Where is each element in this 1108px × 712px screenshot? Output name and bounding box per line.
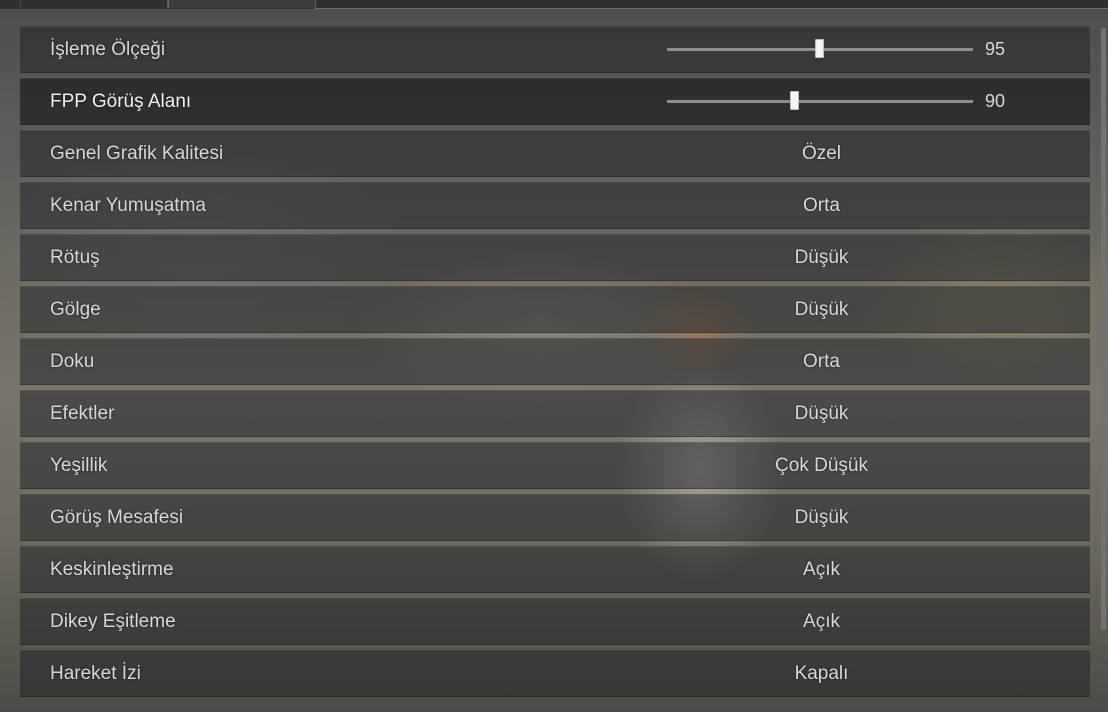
tab-graphics[interactable] bbox=[168, 0, 316, 8]
setting-row-texture[interactable]: Doku Orta bbox=[20, 338, 1090, 385]
setting-row-view-distance[interactable]: Görüş Mesafesi Düşük bbox=[20, 494, 1090, 541]
setting-label: Dikey Eşitleme bbox=[50, 611, 176, 632]
setting-row-effects[interactable]: Efektler Düşük bbox=[20, 390, 1090, 437]
setting-value[interactable]: Açık bbox=[720, 599, 923, 644]
slider-value: 95 bbox=[985, 39, 1006, 59]
tab-previous[interactable] bbox=[20, 0, 168, 8]
setting-label: FPP Görüş Alanı bbox=[50, 91, 192, 112]
setting-value[interactable]: Düşük bbox=[720, 495, 923, 540]
setting-row-anti-aliasing[interactable]: Kenar Yumuşatma Orta bbox=[20, 182, 1090, 229]
setting-label: Görüş Mesafesi bbox=[50, 507, 184, 528]
setting-label: Kenar Yumuşatma bbox=[50, 195, 206, 216]
setting-row-overall-quality[interactable]: Genel Grafik Kalitesi Özel bbox=[20, 130, 1090, 177]
slider-thumb[interactable] bbox=[789, 91, 799, 110]
setting-value[interactable]: Özel bbox=[720, 131, 923, 176]
graphics-settings-list: İşleme Ölçeği 95 FPP Görüş Alanı 90 Gene… bbox=[20, 26, 1090, 702]
setting-row-motion-blur[interactable]: Hareket İzi Kapalı bbox=[20, 650, 1090, 697]
setting-row-render-scale[interactable]: İşleme Ölçeği 95 bbox=[20, 26, 1090, 73]
scrollbar[interactable] bbox=[1101, 28, 1106, 630]
fpp-fov-slider[interactable] bbox=[667, 91, 973, 110]
slider-value: 90 bbox=[985, 91, 1006, 111]
setting-row-foliage[interactable]: Yeşillik Çok Düşük bbox=[20, 442, 1090, 489]
setting-row-shadows[interactable]: Gölge Düşük bbox=[20, 286, 1090, 333]
setting-value[interactable]: Çok Düşük bbox=[720, 443, 923, 488]
slider-thumb[interactable] bbox=[815, 39, 824, 58]
settings-screen: İşleme Ölçeği 95 FPP Görüş Alanı 90 Gene… bbox=[0, 0, 1108, 712]
setting-row-post-processing[interactable]: Rötuş Düşük bbox=[20, 234, 1090, 281]
setting-value[interactable]: Düşük bbox=[720, 391, 923, 436]
setting-value[interactable]: Açık bbox=[720, 547, 923, 592]
setting-label: Hareket İzi bbox=[50, 663, 141, 684]
setting-value[interactable]: Düşük bbox=[720, 235, 923, 280]
setting-label: Efektler bbox=[50, 403, 115, 424]
setting-label: Doku bbox=[50, 351, 95, 372]
setting-label: Genel Grafik Kalitesi bbox=[50, 143, 224, 164]
setting-row-fpp-fov[interactable]: FPP Görüş Alanı 90 bbox=[20, 78, 1090, 125]
setting-label: Yeşillik bbox=[50, 455, 108, 476]
setting-label: Gölge bbox=[50, 299, 101, 320]
setting-label: Keskinleştirme bbox=[50, 559, 174, 580]
tab-bar bbox=[0, 0, 1108, 9]
render-scale-slider[interactable] bbox=[667, 39, 973, 58]
setting-value[interactable]: Orta bbox=[720, 183, 923, 228]
setting-row-sharpen[interactable]: Keskinleştirme Açık bbox=[20, 546, 1090, 593]
tab-divider bbox=[314, 8, 1108, 9]
setting-value[interactable]: Kapalı bbox=[720, 651, 923, 696]
setting-label: İşleme Ölçeği bbox=[50, 39, 166, 60]
setting-value[interactable]: Düşük bbox=[720, 287, 923, 332]
setting-label: Rötuş bbox=[50, 247, 100, 268]
setting-value[interactable]: Orta bbox=[720, 339, 923, 384]
setting-row-vsync[interactable]: Dikey Eşitleme Açık bbox=[20, 598, 1090, 645]
